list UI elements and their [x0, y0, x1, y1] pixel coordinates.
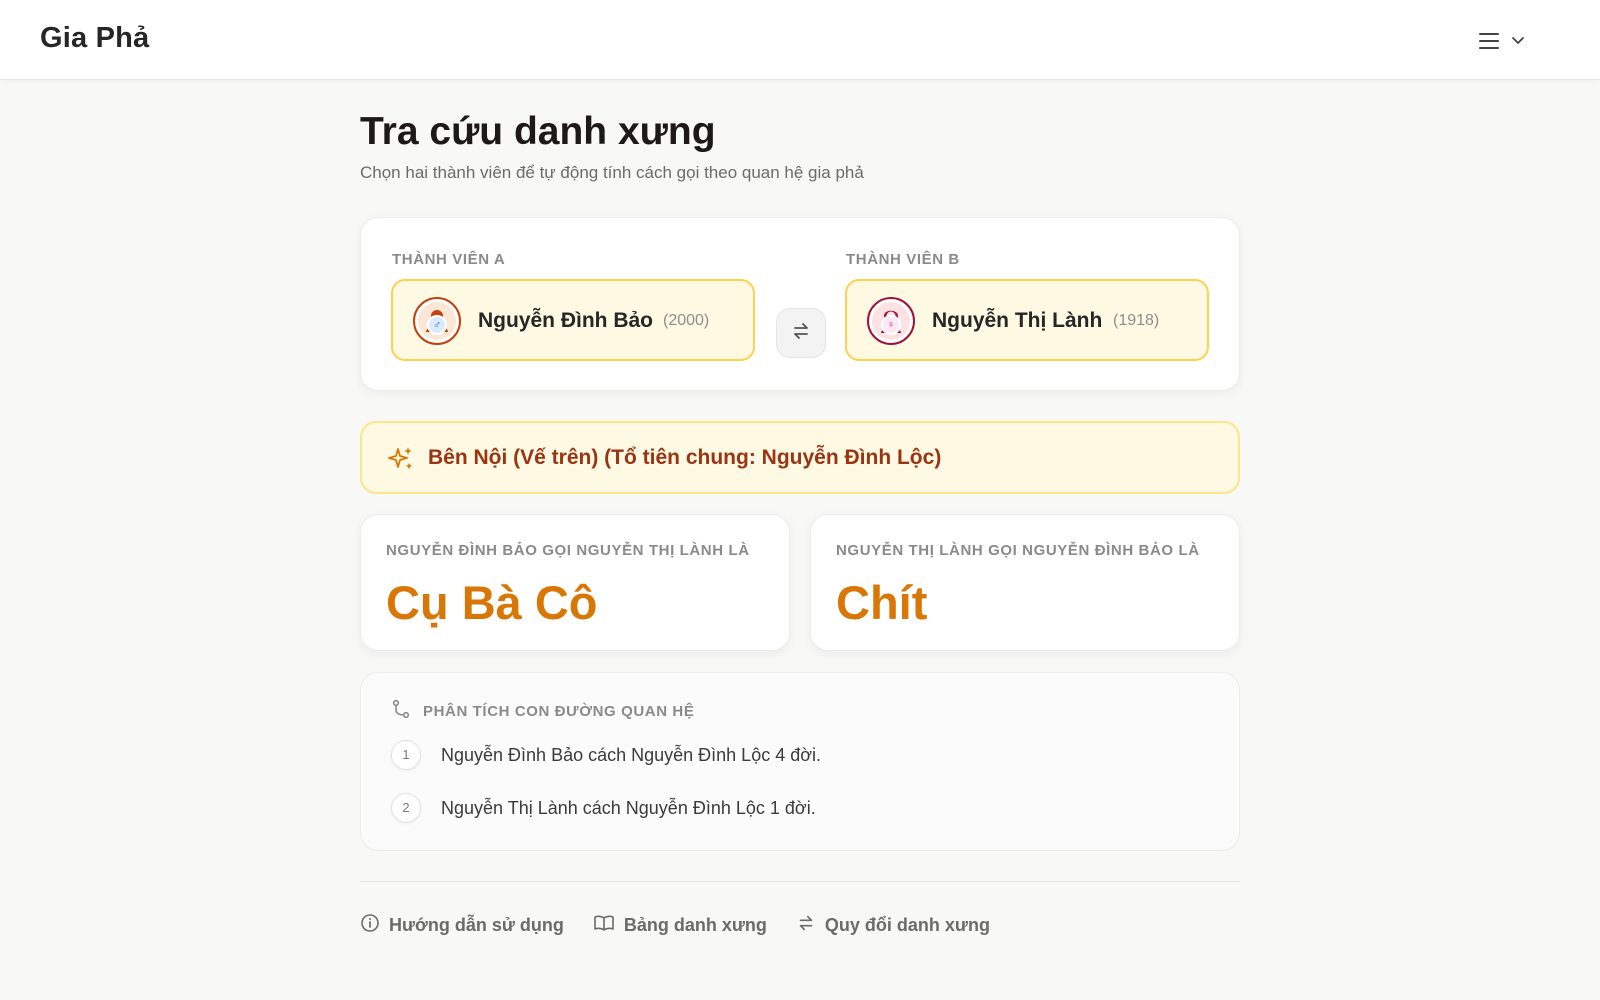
page-title: Tra cứu danh xưng: [360, 110, 716, 153]
step-number: 1: [391, 740, 421, 770]
path-analysis-card: PHÂN TÍCH CON ĐƯỜNG QUAN HỆ 1 Nguyễn Đìn…: [360, 672, 1240, 851]
chevron-down-icon: [1510, 35, 1526, 47]
convert-terms-link[interactable]: Quy đổi danh xưng: [796, 913, 990, 938]
member-b-picker[interactable]: ♀ Nguyễn Thị Lành (1918): [845, 279, 1209, 361]
member-a-name: Nguyễn Đình Bảo: [478, 309, 654, 332]
hamburger-menu-icon: [1478, 31, 1500, 51]
member-a-label: THÀNH VIÊN A: [392, 251, 506, 268]
path-step: 1 Nguyễn Đình Bảo cách Nguyễn Đình Lộc 4…: [391, 740, 821, 770]
step-number: 2: [391, 793, 421, 823]
app-title[interactable]: Gia Phả: [40, 22, 149, 55]
footer-link-label: Quy đổi danh xưng: [824, 915, 990, 935]
page-subtitle: Chọn hai thành viên để tự động tính cách…: [360, 163, 864, 182]
path-analysis-header: PHÂN TÍCH CON ĐƯỜNG QUAN HỆ: [391, 699, 694, 724]
term-card-a-to-b: NGUYỄN ĐÌNH BẢO GỌI NGUYỄN THỊ LÀNH LÀ C…: [360, 514, 790, 651]
footer-link-label: Hướng dẫn sử dụng: [389, 915, 564, 935]
term-label: NGUYỄN ĐÌNH BẢO GỌI NGUYỄN THỊ LÀNH LÀ: [386, 542, 750, 559]
relationship-banner: Bên Nội (Vế trên) (Tổ tiên chung: Nguyễn…: [360, 421, 1240, 494]
member-b-label: THÀNH VIÊN B: [846, 251, 960, 268]
term-label: NGUYỄN THỊ LÀNH GỌI NGUYỄN ĐÌNH BẢO LÀ: [836, 542, 1200, 559]
footer-link-label: Bảng danh xưng: [623, 915, 767, 935]
relationship-text: Bên Nội (Vế trên) (Tổ tiên chung: Nguyễn…: [428, 446, 942, 469]
route-icon: [391, 699, 411, 724]
member-a-year: (2000): [663, 312, 710, 329]
footer-links: Hướng dẫn sử dụng Bảng danh xưng Quy đổi…: [360, 913, 990, 938]
step-text: Nguyễn Đình Bảo cách Nguyễn Đình Lộc 4 đ…: [441, 744, 822, 765]
swap-arrows-icon: [790, 320, 812, 347]
swap-members-button[interactable]: [776, 308, 826, 358]
path-analysis-title: PHÂN TÍCH CON ĐƯỜNG QUAN HỆ: [423, 703, 695, 720]
path-step: 2 Nguyễn Thị Lành cách Nguyễn Đình Lộc 1…: [391, 793, 816, 823]
footer-divider: [360, 881, 1240, 882]
sparkles-icon: [387, 445, 415, 478]
male-gender-icon: ♂: [427, 315, 447, 335]
member-select-card: THÀNH VIÊN A ♂ Nguyễn Đình Bảo (2000) TH…: [360, 217, 1240, 391]
female-gender-icon: ♀: [881, 315, 901, 335]
menu-button[interactable]: [1478, 26, 1544, 56]
term-value: Cụ Bà Cô: [386, 576, 598, 629]
member-a-picker[interactable]: ♂ Nguyễn Đình Bảo (2000): [391, 279, 755, 361]
member-b-name: Nguyễn Thị Lành: [932, 309, 1103, 332]
info-icon: [360, 913, 380, 938]
member-b-year: (1918): [1113, 312, 1160, 329]
step-text: Nguyễn Thị Lành cách Nguyễn Đình Lộc 1 đ…: [441, 797, 816, 818]
term-value: Chít: [836, 576, 928, 629]
book-icon: [593, 913, 615, 938]
swap-arrows-icon: [796, 913, 816, 938]
usage-guide-link[interactable]: Hướng dẫn sử dụng: [360, 913, 564, 938]
top-bar: Gia Phả: [0, 0, 1600, 80]
term-card-b-to-a: NGUYỄN THỊ LÀNH GỌI NGUYỄN ĐÌNH BẢO LÀ C…: [810, 514, 1240, 651]
kinship-table-link[interactable]: Bảng danh xưng: [593, 913, 767, 938]
